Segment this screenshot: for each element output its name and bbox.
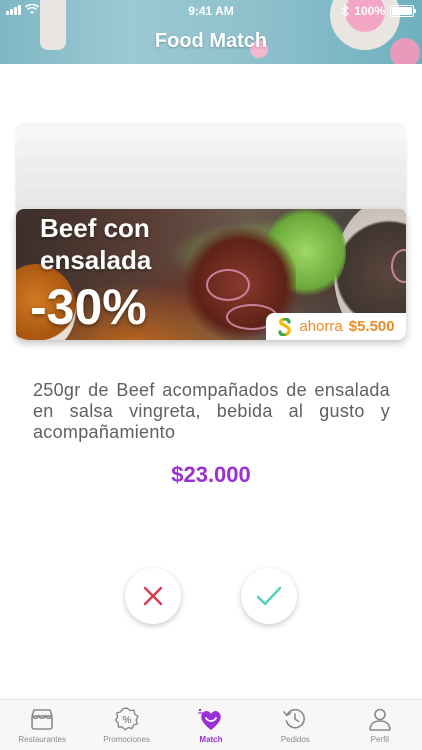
product-description: 250gr de Beef acompañados de ensalada en… (33, 380, 390, 442)
tab-bar: Restaurantes % Promociones Match Pedidos… (0, 699, 422, 750)
percent-badge-icon: % (114, 707, 139, 731)
store-icon (31, 709, 53, 730)
savings-amount: $5.500 (348, 318, 395, 335)
user-icon (368, 708, 391, 731)
onion-ring (206, 269, 250, 301)
tab-match[interactable]: Match (169, 700, 253, 750)
tab-label: Perfil (370, 735, 389, 744)
tab-restaurantes[interactable]: Restaurantes (0, 700, 84, 750)
promo-line-1: Beef con (40, 213, 150, 243)
battery-percent: 100% (354, 4, 385, 18)
tab-label: Pedidos (280, 735, 310, 744)
promo-card[interactable]: Beef con ensalada -30% ahorra $5.500 (16, 209, 406, 340)
battery-icon (390, 5, 416, 17)
bluetooth-icon (341, 5, 350, 17)
check-icon (256, 586, 282, 606)
savings-badge: ahorra $5.500 (266, 313, 406, 340)
reject-button[interactable] (125, 568, 181, 624)
tab-label: Promociones (103, 735, 150, 744)
accept-button[interactable] (241, 568, 297, 624)
savings-label: ahorra (299, 318, 343, 335)
tab-promociones[interactable]: % Promociones (85, 700, 169, 750)
match-heart-icon (197, 708, 221, 730)
product-price: $23.000 (171, 462, 251, 487)
tab-label: Restaurantes (18, 735, 66, 744)
x-icon (143, 586, 163, 606)
tab-perfil[interactable]: Perfil (338, 700, 422, 750)
page-title: Food Match (154, 30, 268, 52)
brand-s-icon (278, 317, 292, 336)
status-bar: 9:41 AM 100% (0, 0, 422, 22)
history-icon (283, 708, 306, 729)
status-right: 100% (341, 4, 416, 18)
tab-pedidos[interactable]: Pedidos (253, 700, 337, 750)
promo-discount: -30% (30, 279, 147, 335)
header: 9:41 AM 100% Food Match (0, 0, 422, 64)
svg-text:%: % (122, 715, 131, 726)
promo-line-2: ensalada (40, 245, 152, 275)
promo-title: Beef con ensalada (40, 212, 151, 276)
tab-label: Match (199, 735, 223, 744)
